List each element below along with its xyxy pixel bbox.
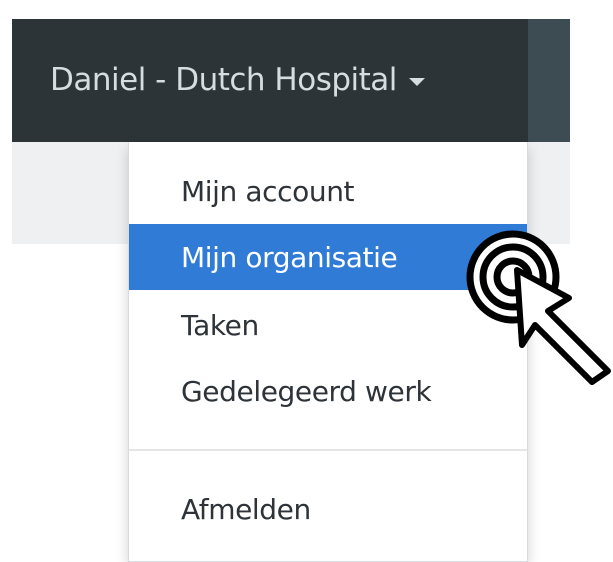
click-pointer-icon — [466, 230, 611, 385]
user-menu-label: Daniel - Dutch Hospital — [50, 62, 397, 98]
menu-divider — [129, 449, 527, 451]
menu-item-mijn-account[interactable]: Mijn account — [129, 158, 527, 224]
user-menu-toggle[interactable]: Daniel - Dutch Hospital — [50, 50, 425, 110]
menu-item-afmelden[interactable]: Afmelden — [129, 476, 527, 542]
caret-down-icon — [408, 78, 425, 86]
navbar-edge — [528, 19, 570, 142]
